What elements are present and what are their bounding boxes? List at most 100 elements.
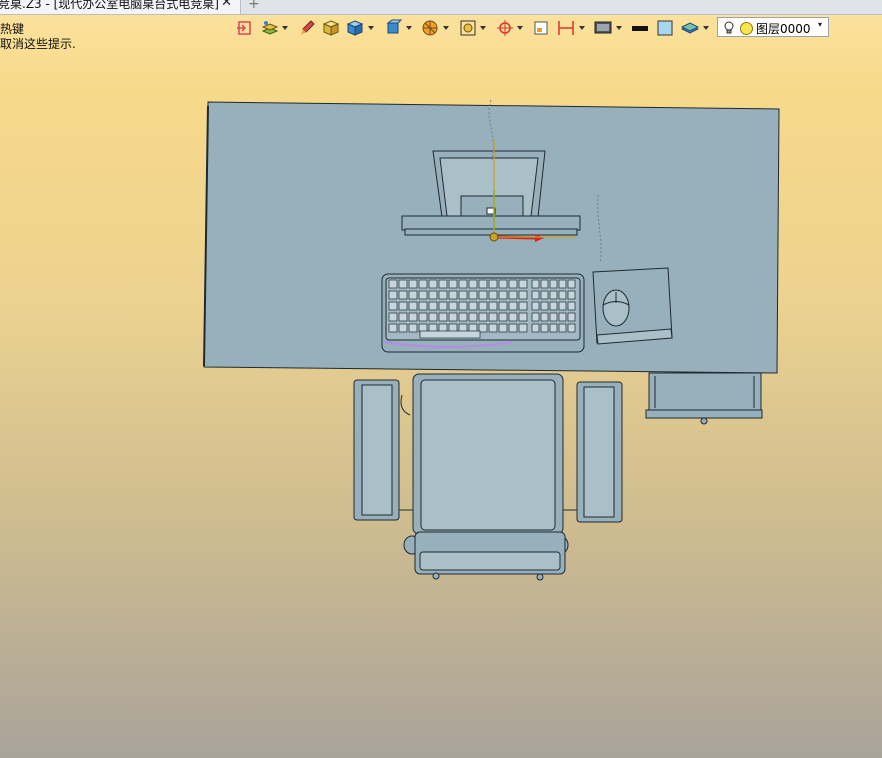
- keyboard-key: [518, 301, 528, 311]
- keyboard-key: [458, 290, 468, 300]
- keyboard-key: [540, 312, 549, 322]
- keyboard-key: [428, 290, 438, 300]
- keyboard-key: [567, 323, 576, 333]
- keyboard-key: [468, 290, 478, 300]
- keyboard-key: [408, 279, 418, 289]
- cube-icon[interactable]: [346, 19, 364, 37]
- keyboard-key: [458, 301, 468, 311]
- keyboard-key: [508, 312, 518, 322]
- keyboard-key: [438, 301, 448, 311]
- keyboard-key: [488, 290, 498, 300]
- keyboard-key: [438, 279, 448, 289]
- keyboard-key: [488, 323, 498, 333]
- exit-icon[interactable]: [236, 19, 254, 37]
- layer-name: 图层0000: [756, 22, 811, 36]
- lightbulb-icon[interactable]: [723, 21, 735, 35]
- keyboard-key: [531, 323, 540, 333]
- pan-icon[interactable]: [496, 19, 514, 37]
- drawer-unit: [645, 372, 763, 425]
- keyboard-key: [567, 290, 576, 300]
- keyboard-key: [531, 301, 540, 311]
- plane-dropdown[interactable]: [703, 26, 709, 30]
- keyboard-key: [558, 312, 567, 322]
- keyboard-key: [549, 312, 558, 322]
- keyboard-key: [428, 312, 438, 322]
- keyboard-key: [558, 290, 567, 300]
- plane-icon[interactable]: [681, 19, 699, 37]
- keyboard-key: [508, 290, 518, 300]
- cube-dropdown[interactable]: [368, 26, 374, 30]
- keyboard-key: [531, 312, 540, 322]
- section-icon[interactable]: [421, 19, 439, 37]
- keyboard-key: [540, 279, 549, 289]
- shaded-cube-icon[interactable]: [322, 19, 340, 37]
- keyboard-key: [488, 279, 498, 289]
- keyboard-key: [558, 301, 567, 311]
- keyboard-key: [438, 290, 448, 300]
- keyboard-key: [518, 323, 528, 333]
- keyboard-key: [398, 290, 408, 300]
- keyboard-key: [498, 301, 508, 311]
- keyboard-key: [408, 323, 418, 333]
- keyboard-spacebar: [419, 330, 481, 339]
- keyboard-key: [388, 301, 398, 311]
- keyboard-key: [388, 323, 398, 333]
- keyboard-key: [418, 312, 428, 322]
- keyboard-key: [418, 290, 428, 300]
- keyboard-key: [478, 312, 488, 322]
- view-cube-icon[interactable]: [384, 19, 402, 37]
- keyboard-key: [468, 312, 478, 322]
- keyboard-key: [540, 290, 549, 300]
- display-dropdown[interactable]: [616, 26, 622, 30]
- keyboard-key: [448, 301, 458, 311]
- keyboard-key: [508, 279, 518, 289]
- keyboard-key: [498, 323, 508, 333]
- section-dropdown[interactable]: [443, 26, 449, 30]
- keyboard-key: [418, 279, 428, 289]
- keyboard-key: [458, 279, 468, 289]
- keyboard-key: [488, 312, 498, 322]
- model-viewport[interactable]: [0, 0, 882, 758]
- keyboard-key: [567, 301, 576, 311]
- keyboard-key: [488, 301, 498, 311]
- layer-color-icon: [740, 22, 753, 35]
- line-color-icon[interactable]: [631, 19, 649, 37]
- view-dropdown[interactable]: [406, 26, 412, 30]
- keyboard-key: [408, 312, 418, 322]
- keyboard-key: [540, 323, 549, 333]
- keyboard-key: [498, 290, 508, 300]
- brush-icon[interactable]: [298, 19, 316, 37]
- keyboard-key: [388, 290, 398, 300]
- toolbar: 图层0000 ▾: [234, 17, 830, 39]
- layers-icon[interactable]: [261, 19, 279, 37]
- keyboard-key: [518, 279, 528, 289]
- keyboard-key: [408, 290, 418, 300]
- zoom-fit-icon[interactable]: [459, 19, 477, 37]
- layers-dropdown[interactable]: [282, 26, 288, 30]
- display-icon[interactable]: [594, 19, 612, 37]
- dimension-dropdown[interactable]: [579, 26, 585, 30]
- zoom-dropdown[interactable]: [480, 26, 486, 30]
- keyboard-key: [438, 312, 448, 322]
- pan-dropdown[interactable]: [517, 26, 523, 30]
- keyboard-key: [498, 312, 508, 322]
- keyboard-key: [398, 279, 408, 289]
- keyboard-key: [428, 279, 438, 289]
- keyboard-key: [549, 290, 558, 300]
- dimension-icon[interactable]: [557, 19, 575, 37]
- keyboard-key: [388, 279, 398, 289]
- layer-selector[interactable]: 图层0000 ▾: [717, 17, 829, 37]
- keyboard-key: [540, 301, 549, 311]
- keyboard-key: [428, 301, 438, 311]
- keyboard-key: [408, 301, 418, 311]
- chevron-down-icon[interactable]: ▾: [818, 20, 822, 29]
- keyboard-key: [558, 323, 567, 333]
- keyboard-key: [478, 301, 488, 311]
- keyboard-key: [458, 312, 468, 322]
- keyboard-key: [478, 279, 488, 289]
- keyboard-key: [549, 301, 558, 311]
- frame-icon[interactable]: [532, 19, 550, 37]
- fill-color-icon[interactable]: [656, 19, 674, 37]
- keyboard-key: [508, 301, 518, 311]
- keyboard-key: [448, 290, 458, 300]
